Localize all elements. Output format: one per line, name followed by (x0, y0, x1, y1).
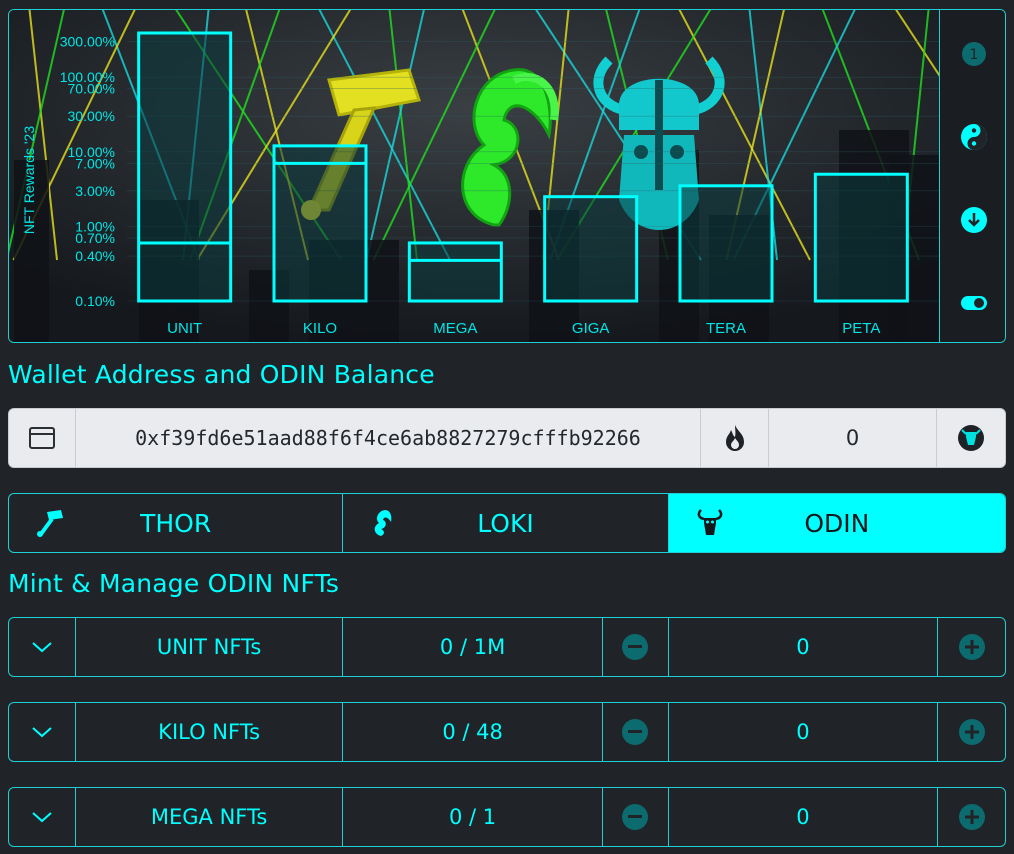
minus-icon (622, 719, 649, 745)
increment-unit-button[interactable] (938, 618, 1005, 676)
god-tabs: THOR LOKI ODIN (8, 493, 1006, 553)
minus-icon (622, 634, 649, 660)
plus-icon (958, 719, 985, 745)
y-tick-label: 3.00% (75, 183, 115, 199)
nft-row-supply: 0 / 1M (343, 618, 603, 676)
wallet-icon[interactable] (9, 409, 76, 467)
toggle-icon[interactable] (960, 289, 988, 317)
x-tick-label: TERA (706, 320, 746, 337)
fire-icon[interactable] (701, 409, 769, 467)
wallet-address: 0xf39fd6e51aad88f6f4ce6ab8827279cfffb922… (76, 409, 701, 467)
y-tick-label: 100.00% (60, 69, 115, 85)
nft-row-mega: MEGA NFTs 0 / 1 0 (8, 787, 1006, 847)
chevron-down-icon (32, 642, 52, 653)
tab-loki-label: LOKI (477, 508, 534, 538)
yin-yang-icon[interactable] (960, 123, 988, 151)
chevron-down-icon (32, 727, 52, 738)
x-tick-label: PETA (842, 320, 880, 337)
chart-toolbar: 1 (939, 10, 1005, 342)
y-tick-label: 300.00% (60, 34, 115, 50)
nft-row-unit: UNIT NFTs 0 / 1M 0 (8, 617, 1006, 677)
bar-tera (678, 184, 774, 303)
increment-kilo-button[interactable] (938, 703, 1005, 761)
nft-row-label: UNIT NFTs (76, 618, 344, 676)
odin-token-icon[interactable] (937, 409, 1005, 467)
y-tick-label: 0.10% (75, 293, 115, 309)
y-tick-label: 10.00% (68, 144, 115, 160)
bar-mega (407, 241, 503, 303)
nft-row-amount[interactable]: 0 (669, 788, 939, 846)
expand-kilo-button[interactable] (9, 703, 76, 761)
tab-odin-label: ODIN (804, 508, 870, 538)
nft-row-amount[interactable]: 0 (669, 703, 939, 761)
minus-icon (622, 804, 649, 830)
bar-peta (813, 172, 909, 303)
odin-helmet-icon (697, 509, 723, 535)
increment-mega-button[interactable] (938, 788, 1005, 846)
x-tick-label: UNIT (167, 320, 202, 337)
loki-helmet-icon (375, 510, 392, 536)
bar-unit (137, 31, 233, 303)
tab-thor-label: THOR (140, 508, 212, 538)
nft-row-kilo: KILO NFTs 0 / 48 0 (8, 702, 1006, 762)
bar-giga (543, 195, 639, 303)
nft-row-supply: 0 / 48 (343, 703, 603, 761)
bar-kilo (272, 144, 368, 303)
download-icon[interactable] (960, 206, 988, 234)
y-tick-label: 1.00% (75, 218, 115, 234)
odin-balance: 0 (769, 409, 937, 467)
chevron-down-icon (32, 812, 52, 823)
info-icon[interactable]: 1 (960, 40, 988, 68)
rewards-chart-svg: 0.10%0.40%0.70%1.00%3.00%7.00%10.00%30.0… (9, 10, 939, 342)
nft-row-amount[interactable]: 0 (669, 618, 939, 676)
tab-loki[interactable]: LOKI (343, 494, 669, 552)
nft-row-label: MEGA NFTs (76, 788, 344, 846)
x-tick-label: GIGA (572, 320, 610, 337)
expand-unit-button[interactable] (9, 618, 76, 676)
rewards-chart: 0.10% 0.40% 0.70% 1.00% 3.00% 7.00% 10.00% 30.0… (9, 10, 939, 342)
y-tick-label: 30.00% (68, 108, 115, 124)
decrement-kilo-button[interactable] (603, 703, 669, 761)
y-axis-label: NFT Rewards '23 (21, 126, 37, 234)
plus-icon (958, 634, 985, 660)
y-tick-label: 0.40% (75, 248, 115, 264)
tab-thor[interactable]: THOR (9, 494, 344, 552)
tab-odin[interactable]: ODIN (668, 494, 1005, 552)
expand-mega-button[interactable] (9, 788, 76, 846)
wallet-bar: 0xf39fd6e51aad88f6f4ce6ab8827279cfffb922… (8, 408, 1006, 468)
hammer-icon (37, 510, 63, 537)
rewards-chart-panel: 0.10% 0.40% 0.70% 1.00% 3.00% 7.00% 10.00% 30.0… (8, 9, 1006, 343)
manage-section-title: Mint & Manage ODIN NFTs (8, 569, 340, 598)
nft-row-supply: 0 / 1 (343, 788, 603, 846)
nft-row-label: KILO NFTs (76, 703, 344, 761)
x-tick-label: MEGA (433, 320, 477, 337)
decrement-mega-button[interactable] (603, 788, 669, 846)
svg-text:1: 1 (970, 47, 979, 63)
x-tick-label: KILO (303, 320, 337, 337)
decrement-unit-button[interactable] (603, 618, 669, 676)
plus-icon (958, 804, 985, 830)
wallet-section-title: Wallet Address and ODIN Balance (8, 360, 435, 389)
